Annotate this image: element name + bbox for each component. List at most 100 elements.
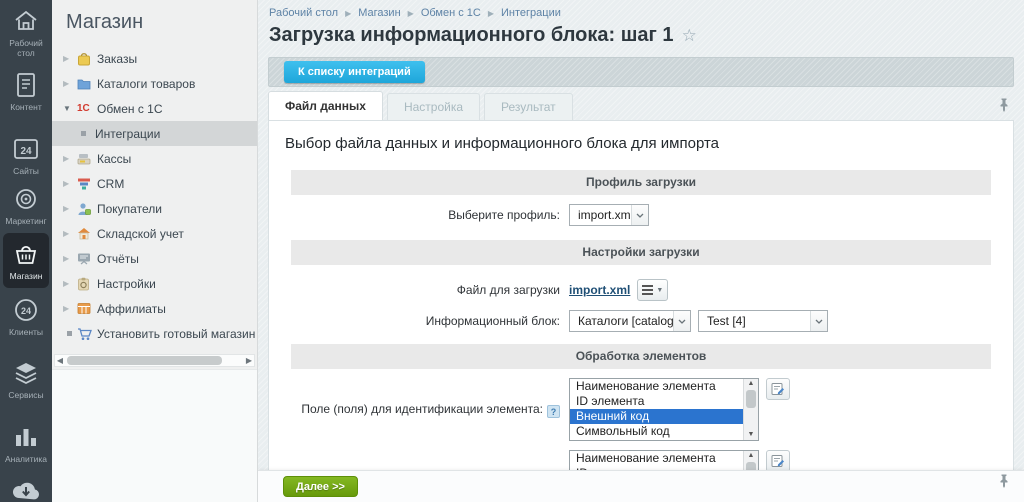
breadcrumb-link[interactable]: Рабочий стол — [269, 7, 338, 19]
edit-list-button[interactable] — [766, 378, 790, 400]
svg-text:24: 24 — [21, 306, 31, 316]
back-to-list-button[interactable]: К списку интеграций — [284, 61, 425, 83]
sidebar-item-install-shop[interactable]: Установить готовый магазин из Маркет — [52, 321, 257, 346]
id-fields-listbox[interactable]: Наименование элемента ID элемента Внешни… — [569, 378, 759, 441]
affiliates-icon — [77, 302, 97, 315]
file-row: Файл для загрузки import.xml ▼ — [269, 279, 1013, 301]
rail-item-content[interactable]: Контент — [0, 72, 52, 112]
sidebar-item-warehouse[interactable]: ▶ Складской учет — [52, 221, 257, 246]
rail-item-clients[interactable]: 24 Клиенты — [0, 297, 52, 337]
sidebar-item-customers[interactable]: ▶ Покупатели — [52, 196, 257, 221]
chevron-right-icon[interactable]: ▶ — [63, 304, 77, 313]
basket-icon — [13, 241, 39, 267]
breadcrumb-separator-icon: ▶ — [488, 9, 494, 18]
chevron-right-icon[interactable]: ▶ — [63, 204, 77, 213]
sidebar-item-1c-exchange[interactable]: ▼ 1С Обмен с 1С — [52, 96, 257, 121]
listbox-option[interactable]: Символьный код — [570, 424, 743, 439]
sidebar-item-label: Настройки — [97, 277, 156, 291]
section-header-profile: Профиль загрузки — [291, 170, 991, 195]
rail-item-label: Контент — [10, 102, 42, 112]
hamburger-icon — [642, 283, 653, 297]
scrollbar-thumb[interactable] — [746, 390, 756, 408]
rail-item-services[interactable]: Сервисы — [0, 360, 52, 400]
orders-bag-icon — [77, 52, 97, 66]
layers-icon — [13, 360, 39, 386]
rail-item-marketing[interactable]: Маркетинг — [0, 186, 52, 226]
iblock-label: Информационный блок: — [269, 314, 569, 329]
listbox-option[interactable]: Наименование элемента — [570, 451, 743, 466]
sidebar-item-label: Интеграции — [95, 127, 160, 141]
app-icon-rail: Рабочий стол Контент 24 Сайты Маркетинг … — [0, 0, 52, 502]
listbox-option[interactable]: Наименование элемента — [570, 379, 743, 394]
target-icon — [14, 186, 38, 212]
breadcrumb-link[interactable]: Обмен с 1С — [421, 7, 481, 19]
rail-item-sites[interactable]: 24 Сайты — [0, 136, 52, 176]
file-menu-button[interactable]: ▼ — [637, 279, 668, 301]
profile-select[interactable]: import.xml — [569, 204, 649, 226]
chevron-right-icon[interactable]: ▶ — [63, 229, 77, 238]
chevron-right-icon[interactable]: ▶ — [63, 254, 77, 263]
customers-icon — [77, 202, 97, 216]
bullet-icon — [81, 131, 86, 136]
scrollbar-thumb[interactable] — [67, 356, 222, 365]
next-button[interactable]: Далее >> — [283, 476, 358, 497]
document-icon — [15, 72, 37, 98]
chevron-right-icon[interactable]: ▶ — [63, 79, 77, 88]
edit-list-button[interactable] — [766, 450, 790, 472]
sidebar-item-label: Аффилиаты — [97, 302, 166, 316]
rail-item-marketplace[interactable] — [0, 478, 52, 502]
sidebar-item-settings[interactable]: ▶ Настройки — [52, 271, 257, 296]
help-icon[interactable]: ? — [547, 405, 560, 418]
tab-settings: Настройка — [387, 93, 480, 120]
rail-item-analytics[interactable]: Аналитика — [0, 424, 52, 464]
wizard-footer: Далее >> — [258, 470, 1024, 502]
chevron-right-icon[interactable]: ▶ — [63, 279, 77, 288]
sidebar-item-label: Покупатели — [97, 202, 162, 216]
id-fields-label: Поле (поля) для идентификации элемента:? — [269, 402, 569, 418]
sidebar-item-reports[interactable]: ▶ Отчёты — [52, 246, 257, 271]
rail-item-desktop[interactable]: Рабочий стол — [0, 8, 52, 58]
sidebar-item-cashboxes[interactable]: ▶ Кассы — [52, 146, 257, 171]
iblock-type-select[interactable]: Каталоги [catalog] — [569, 310, 691, 332]
star-icon[interactable]: ☆ — [682, 26, 697, 45]
tab-file-data[interactable]: Файл данных — [268, 91, 383, 120]
cloud-download-icon — [11, 478, 41, 502]
pin-icon[interactable] — [999, 474, 1009, 493]
cashbox-icon — [77, 152, 97, 165]
scroll-down-icon[interactable]: ▼ — [744, 430, 758, 440]
scroll-right-icon[interactable]: ▶ — [244, 355, 254, 366]
pin-icon[interactable] — [999, 98, 1009, 117]
rail-item-shop[interactable]: Магазин — [3, 233, 49, 288]
iblock-row: Информационный блок: Каталоги [catalog] … — [269, 310, 1013, 332]
scroll-up-icon[interactable]: ▲ — [744, 379, 758, 389]
breadcrumb-separator-icon: ▶ — [408, 9, 414, 18]
listbox-scrollbar[interactable]: ▲ ▼ — [743, 379, 758, 440]
sidebar-item-orders[interactable]: ▶ Заказы — [52, 46, 257, 71]
listbox-option-selected[interactable]: Внешний код — [570, 409, 743, 424]
badge-24-icon: 24 — [13, 297, 39, 323]
main-content: Рабочий стол ▶ Магазин ▶ Обмен с 1С ▶ Ин… — [258, 0, 1024, 502]
sidebar-item-affiliates[interactable]: ▶ Аффилиаты — [52, 296, 257, 321]
scroll-up-icon[interactable]: ▲ — [744, 451, 758, 461]
sidebar-item-label: Каталоги товаров — [97, 77, 195, 91]
file-label: Файл для загрузки — [269, 283, 569, 298]
calendar-24-icon: 24 — [13, 136, 39, 162]
chevron-right-icon[interactable]: ▶ — [63, 154, 77, 163]
sidebar-horizontal-scrollbar[interactable]: ◀ ▶ — [54, 354, 255, 367]
breadcrumb-link[interactable]: Интеграции — [501, 7, 561, 19]
profile-label: Выберите профиль: — [269, 208, 569, 223]
sidebar-item-catalogs[interactable]: ▶ Каталоги товаров — [52, 71, 257, 96]
breadcrumb-link[interactable]: Магазин — [358, 7, 400, 19]
page-title: Загрузка информационного блока: шаг 1☆ — [269, 24, 697, 47]
bullet-icon — [67, 331, 72, 336]
iblock-select[interactable]: Test [4] — [698, 310, 828, 332]
chevron-right-icon[interactable]: ▶ — [63, 179, 77, 188]
funnel-icon — [77, 177, 97, 190]
chevron-down-icon[interactable]: ▼ — [63, 104, 77, 113]
scroll-left-icon[interactable]: ◀ — [55, 355, 65, 366]
chevron-right-icon[interactable]: ▶ — [63, 54, 77, 63]
sidebar-item-integrations[interactable]: Интеграции — [52, 121, 257, 146]
file-link[interactable]: import.xml — [569, 283, 630, 297]
listbox-option[interactable]: ID элемента — [570, 394, 743, 409]
sidebar-item-crm[interactable]: ▶ CRM — [52, 171, 257, 196]
